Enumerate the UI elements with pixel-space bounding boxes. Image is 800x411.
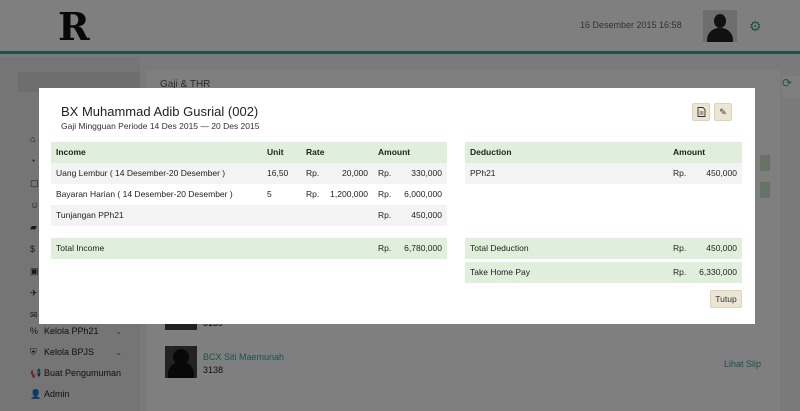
table-row: Bayaran Harian ( 14 Desember-20 Desember… <box>56 189 442 199</box>
table-row: PPh21 Rp. 450,000 <box>465 163 742 184</box>
total-income-row: Total Income Rp. 6,780,000 <box>51 238 447 259</box>
pencil-icon[interactable]: ✎ <box>714 103 732 121</box>
deduction-table-header: Deduction Amount <box>465 142 742 163</box>
document-icon[interactable] <box>692 103 710 121</box>
take-home-pay-row: Take Home Pay Rp. 6,330,000 <box>465 262 742 283</box>
table-row: Tunjangan PPh21 Rp. 450,000 <box>51 205 447 226</box>
income-table-header: Income Unit Rate Amount <box>51 142 447 163</box>
modal-title: BX Muhammad Adib Gusrial (002) <box>61 104 259 119</box>
table-row: Uang Lembur ( 14 Desember-20 Desember ) … <box>51 163 447 184</box>
close-button[interactable]: Tutup <box>710 290 742 308</box>
modal-subtitle: Gaji Mingguan Periode 14 Des 2015 — 20 D… <box>61 121 260 131</box>
payslip-modal: BX Muhammad Adib Gusrial (002) Gaji Ming… <box>39 88 755 324</box>
total-deduction-row: Total Deduction Rp. 450,000 <box>465 238 742 259</box>
